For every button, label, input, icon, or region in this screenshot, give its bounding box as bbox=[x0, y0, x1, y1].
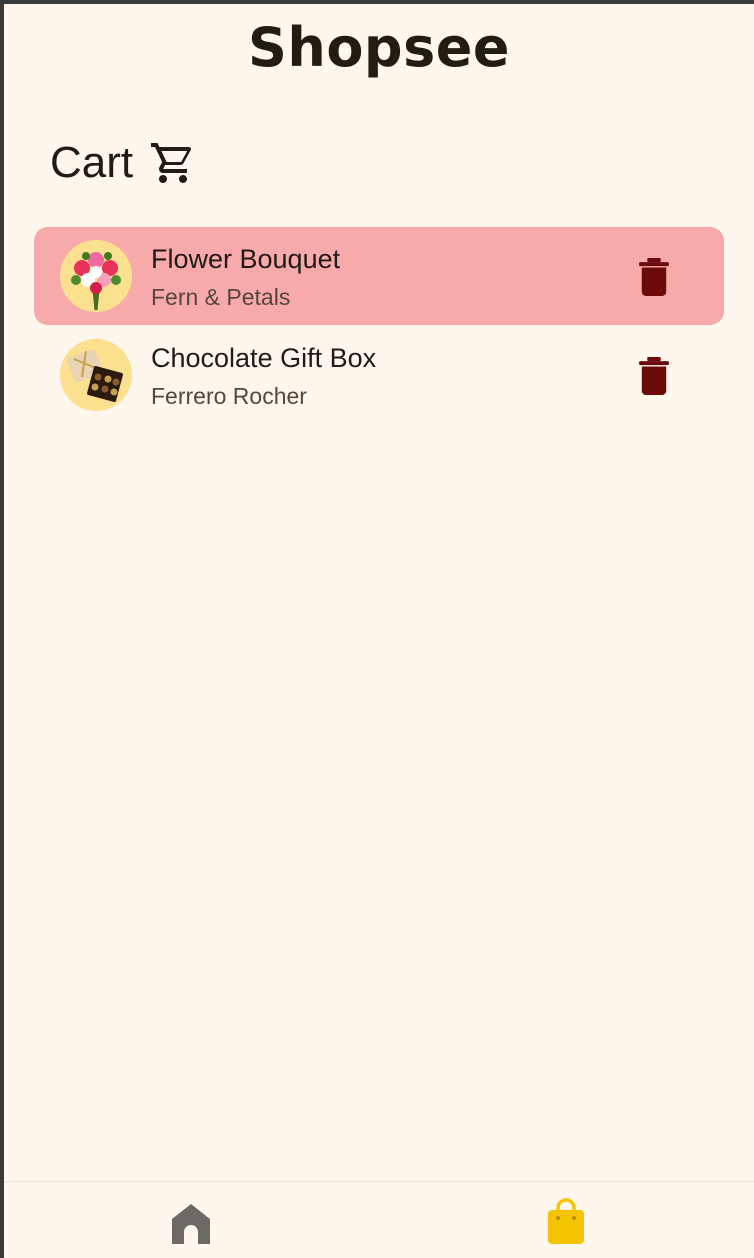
delete-icon[interactable] bbox=[637, 357, 671, 395]
bottom-navigation bbox=[4, 1181, 754, 1258]
shopping-cart-icon bbox=[149, 139, 197, 187]
cart-list: Flower Bouquet Fern & Petals Chocolate G… bbox=[34, 227, 724, 425]
item-brand: Ferrero Rocher bbox=[151, 383, 307, 409]
cart-item[interactable]: Flower Bouquet Fern & Petals bbox=[34, 227, 724, 325]
cart-item[interactable]: Chocolate Gift Box Ferrero Rocher bbox=[34, 326, 724, 424]
cart-heading-label: Cart bbox=[50, 138, 134, 187]
delete-icon[interactable] bbox=[637, 258, 671, 296]
chocolate-box-image bbox=[60, 339, 132, 411]
home-icon[interactable] bbox=[170, 1202, 212, 1246]
app-title: Shopsee bbox=[248, 16, 510, 79]
app-screen: Shopsee Cart Flower Bouquet Fern & Petal… bbox=[4, 4, 754, 1258]
item-brand: Fern & Petals bbox=[151, 284, 291, 310]
shopping-bag-icon[interactable] bbox=[546, 1198, 586, 1246]
cart-heading: Cart bbox=[50, 138, 197, 188]
flower-bouquet-image bbox=[60, 240, 132, 312]
item-name: Flower Bouquet bbox=[151, 244, 341, 274]
item-name: Chocolate Gift Box bbox=[151, 343, 377, 373]
